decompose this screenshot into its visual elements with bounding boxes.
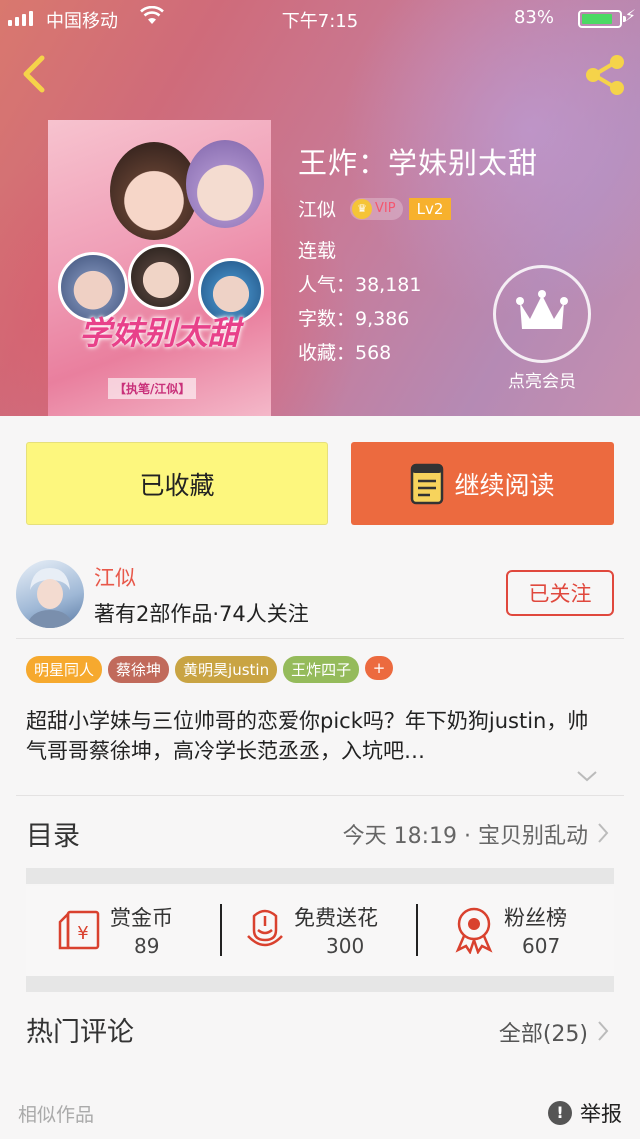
favorites-stat: 收藏：568 [298, 342, 392, 364]
crown-icon: ♛ [352, 198, 373, 219]
book-author[interactable]: 江似 [298, 195, 336, 222]
all-comments-link[interactable]: 全部(25) [499, 1016, 588, 1048]
section-separator [26, 976, 614, 992]
report-button[interactable]: ! 举报 [548, 1098, 622, 1128]
toc-title: 目录 [26, 821, 80, 852]
avatar[interactable] [16, 560, 84, 628]
follow-button[interactable]: 已关注 [506, 570, 614, 616]
author-row: 江似 ♛ VIP Lv2 [298, 195, 452, 222]
book-description[interactable]: 超甜小学妹与三位帅哥的恋爱你pick吗？年下奶狗justin，帅气哥哥蔡徐坤，高… [26, 706, 606, 766]
cover-subtitle: 【执笔/江似】 [108, 378, 197, 399]
action-bar: ¥ 赏金币 89 免费送花 300 粉丝榜 607 [26, 886, 614, 976]
crown-icon [493, 265, 591, 363]
flower-icon [247, 909, 283, 947]
action-label: 赏金币 [110, 906, 173, 930]
cover-title-art: 学妹别太甜 [79, 314, 240, 352]
continue-reading-label: 继续阅读 [454, 470, 555, 500]
charging-icon: ⚡ [624, 6, 636, 25]
action-count: 607 [522, 934, 561, 958]
tag-list: 明星同人 蔡徐坤 黄明昊justin 王炸四子 + [26, 656, 394, 683]
author-card: 江似 著有2部作品·74人关注 已关注 [16, 560, 624, 640]
tag-chip[interactable]: 明星同人 [26, 656, 103, 683]
action-count: 300 [326, 934, 365, 958]
book-icon [411, 463, 444, 504]
chevron-left-icon [23, 55, 45, 93]
back-button[interactable] [14, 52, 54, 96]
section-separator [26, 868, 614, 884]
favorited-button[interactable]: 已收藏 [26, 442, 328, 525]
ribbon-medal-icon [455, 907, 493, 954]
action-count: 89 [134, 934, 160, 958]
share-button[interactable] [582, 52, 628, 98]
serial-status: 连载 [298, 240, 337, 262]
word-count-stat: 字数：9,386 [298, 308, 410, 330]
chevron-right-icon [598, 1021, 609, 1041]
vip-badge: ♛ VIP [350, 197, 403, 220]
book-title: 王炸：学妹别太甜 [298, 146, 539, 180]
chevron-right-icon [598, 823, 609, 843]
hot-comments-title: 热门评论 [26, 1017, 134, 1048]
similar-works-title: 相似作品 [18, 1104, 95, 1126]
action-label: 粉丝榜 [504, 906, 567, 930]
battery-percent: 83% [513, 7, 554, 28]
book-cover[interactable]: 学妹别太甜 【执笔/江似】 [48, 120, 271, 416]
expand-description-button[interactable] [576, 768, 598, 787]
author-meta: 著有2部作品·74人关注 [94, 602, 309, 626]
add-tag-button[interactable]: + [365, 656, 394, 680]
svg-text:¥: ¥ [77, 923, 88, 944]
reward-coins-button[interactable]: ¥ 赏金币 89 [26, 886, 220, 976]
free-flower-button[interactable]: 免费送花 300 [222, 886, 416, 976]
warning-icon: ! [548, 1101, 572, 1125]
book-info: 王炸：学妹别太甜 江似 ♛ VIP Lv2 连载 人气：38,181 字数：9,… [298, 140, 539, 364]
tag-chip[interactable]: 蔡徐坤 [108, 656, 170, 683]
tag-chip[interactable]: 黄明昊justin [175, 656, 278, 683]
table-of-contents-row[interactable]: 目录 今天 18:19 · 宝贝别乱动 [26, 800, 614, 864]
membership-label: 点亮会员 [508, 372, 576, 392]
chevron-down-icon [577, 771, 597, 782]
divider [16, 795, 624, 796]
popularity-stat: 人气：38,181 [298, 274, 422, 296]
red-envelope-icon: ¥ [58, 910, 100, 950]
report-label: 举报 [580, 1102, 622, 1126]
author-name[interactable]: 江似 [94, 562, 136, 592]
latest-chapter: 今天 18:19 · 宝贝别乱动 [342, 824, 588, 849]
membership-button[interactable]: 点亮会员 [493, 265, 591, 392]
battery-icon [578, 10, 626, 28]
divider [16, 638, 624, 639]
status-bar: 中国移动 下午7:15 83% ⚡ [0, 0, 640, 36]
level-badge: Lv2 [408, 197, 452, 220]
share-icon [586, 55, 624, 95]
tag-chip[interactable]: 王炸四子 [283, 656, 360, 683]
fan-ranking-button[interactable]: 粉丝榜 607 [418, 886, 614, 976]
hot-comments-row[interactable]: 热门评论 全部(25) [26, 1000, 614, 1060]
action-label: 免费送花 [294, 906, 378, 930]
continue-reading-button[interactable]: 继续阅读 [351, 442, 614, 525]
